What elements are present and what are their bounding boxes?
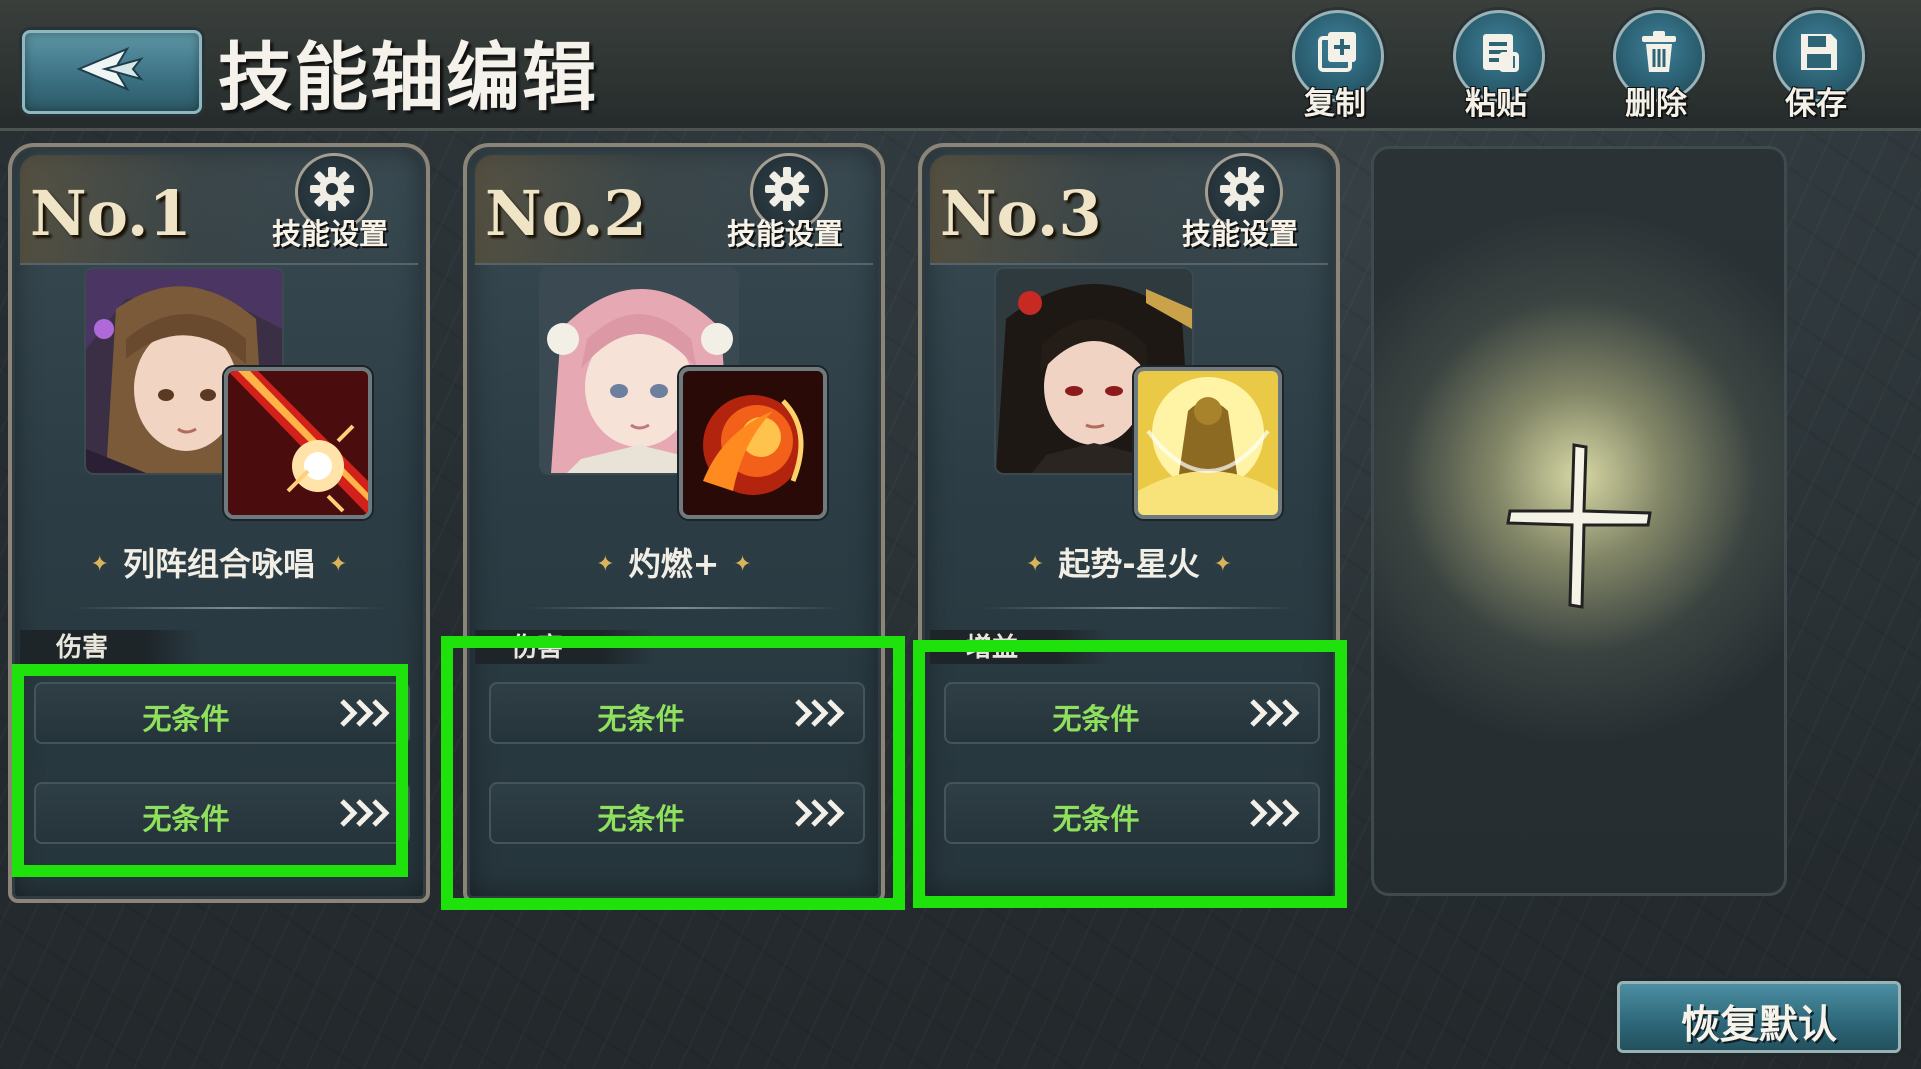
- paste-icon: [1483, 34, 1519, 72]
- skill-icon: [1134, 367, 1282, 519]
- plus-icon: [1506, 443, 1652, 609]
- paste-button[interactable]: 粘贴: [1443, 8, 1553, 122]
- highlight-box: [913, 640, 1347, 908]
- card-number: No.2: [485, 177, 647, 250]
- skill-icon: [679, 367, 827, 519]
- skill-name: ✦ 起势-星火 ✦: [922, 539, 1336, 585]
- skill-name-text: 灼燃+: [628, 545, 720, 583]
- back-button[interactable]: [22, 30, 202, 114]
- skill-name-text: 列阵组合咏唱: [122, 545, 315, 583]
- star-icon: ✦: [1213, 552, 1233, 577]
- back-arrow-icon: [76, 47, 144, 91]
- skill-settings-label: 技能设置: [1182, 217, 1299, 251]
- star-icon: ✦: [596, 552, 615, 577]
- divider: [982, 607, 1296, 609]
- star-icon: ✦: [329, 552, 348, 577]
- skill-name: ✦ 列阵组合咏唱 ✦: [12, 539, 426, 585]
- skill-icon: [224, 367, 372, 519]
- skill-name: ✦ 灼燃+ ✦: [467, 539, 881, 585]
- copy-button[interactable]: 复制: [1282, 8, 1392, 122]
- copy-label: 复制: [1304, 86, 1366, 122]
- gear-icon: [1220, 167, 1264, 211]
- highlight-box: [12, 664, 408, 877]
- skill-type-tag: 伤害: [20, 630, 200, 664]
- card-number: No.1: [30, 177, 192, 250]
- page-title: 技能轴编辑: [218, 35, 598, 121]
- card-number: No.3: [940, 177, 1102, 250]
- copy-icon: [1318, 32, 1356, 72]
- skill-name-text: 起势-星火: [1058, 545, 1200, 583]
- save-icon: [1801, 34, 1837, 70]
- star-icon: ✦: [90, 552, 109, 577]
- add-skill-slot[interactable]: [1371, 146, 1787, 896]
- save-label: 保存: [1785, 86, 1847, 122]
- star-icon: ✦: [733, 552, 752, 577]
- top-bar: 技能轴编辑 复制 粘贴 删除 保存: [0, 0, 1921, 131]
- divider: [72, 607, 386, 609]
- gear-icon: [310, 167, 354, 211]
- reset-default-button[interactable]: 恢复默认: [1617, 981, 1901, 1053]
- paste-label: 粘贴: [1465, 86, 1527, 122]
- delete-button[interactable]: 删除: [1603, 8, 1713, 122]
- delete-label: 删除: [1625, 86, 1687, 122]
- gear-icon: [765, 167, 809, 211]
- skill-settings-label: 技能设置: [727, 217, 844, 251]
- star-icon: ✦: [1025, 552, 1045, 577]
- save-button[interactable]: 保存: [1763, 8, 1873, 122]
- highlight-box: [441, 636, 905, 910]
- skill-settings-label: 技能设置: [272, 217, 389, 251]
- divider: [527, 607, 841, 609]
- reset-default-label: 恢复默认: [1680, 1002, 1837, 1048]
- trash-icon: [1642, 31, 1676, 72]
